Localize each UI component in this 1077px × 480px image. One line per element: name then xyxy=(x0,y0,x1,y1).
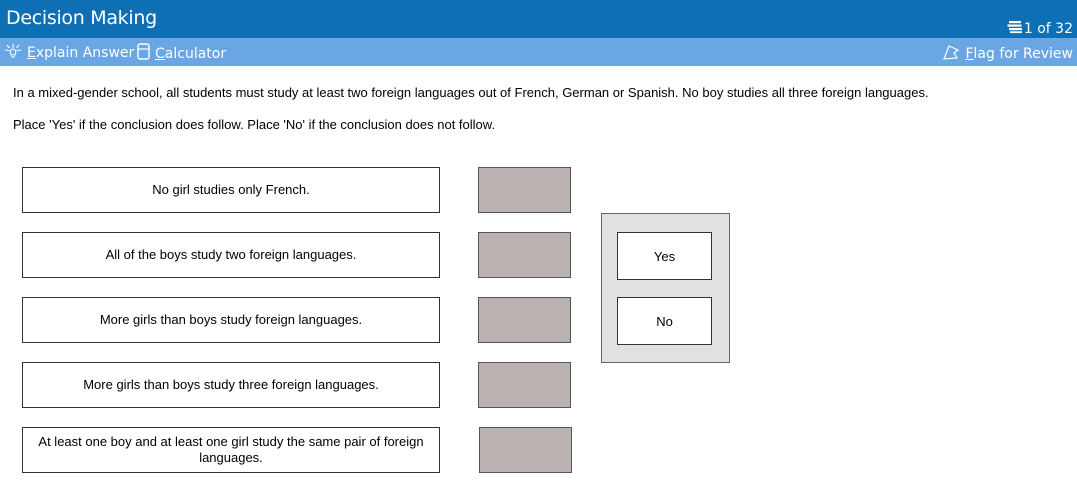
question-stem: In a mixed-gender school, all students m… xyxy=(13,85,929,100)
conclusion-1: No girl studies only French. xyxy=(22,167,440,213)
calculator-button[interactable]: Calculator xyxy=(137,43,226,64)
answer-options-palette: Yes No xyxy=(601,213,730,363)
question-instruction: Place 'Yes' if the conclusion does follo… xyxy=(13,117,496,132)
answer-dropzone-3[interactable] xyxy=(478,297,571,343)
option-yes[interactable]: Yes xyxy=(617,232,712,280)
conclusion-5: At least one boy and at least one girl s… xyxy=(22,427,440,473)
option-no[interactable]: No xyxy=(617,297,712,345)
page-title: Decision Making xyxy=(6,7,157,29)
answer-dropzone-2[interactable] xyxy=(478,232,571,278)
answer-dropzone-5[interactable] xyxy=(479,427,572,473)
explain-icon xyxy=(4,43,27,63)
conclusion-3: More girls than boys study foreign langu… xyxy=(22,297,440,343)
answer-dropzone-1[interactable] xyxy=(478,167,571,213)
calculator-label: Calculator xyxy=(155,45,227,62)
conclusion-4: More girls than boys study three foreign… xyxy=(22,362,440,408)
answer-dropzone-4[interactable] xyxy=(478,362,571,408)
explain-answer-label: Explain Answer xyxy=(27,45,135,61)
explain-answer-button[interactable]: Explain Answer xyxy=(4,43,134,63)
conclusion-2: All of the boys study two foreign langua… xyxy=(22,232,440,278)
question-counter[interactable]: 1 of 32 xyxy=(1007,20,1073,38)
question-counter-text: 1 of 32 xyxy=(1023,21,1073,37)
title-bar: Decision Making 1 of 32 xyxy=(0,0,1077,38)
question-list-icon[interactable] xyxy=(1007,20,1024,38)
flag-for-review-button[interactable]: Flag for Review xyxy=(942,43,1073,64)
calculator-icon xyxy=(137,43,155,64)
tool-bar: Explain Answer Calculator Flag for Revie… xyxy=(0,38,1077,66)
flag-for-review-label: Flag for Review xyxy=(965,45,1073,62)
flag-icon xyxy=(942,43,965,64)
